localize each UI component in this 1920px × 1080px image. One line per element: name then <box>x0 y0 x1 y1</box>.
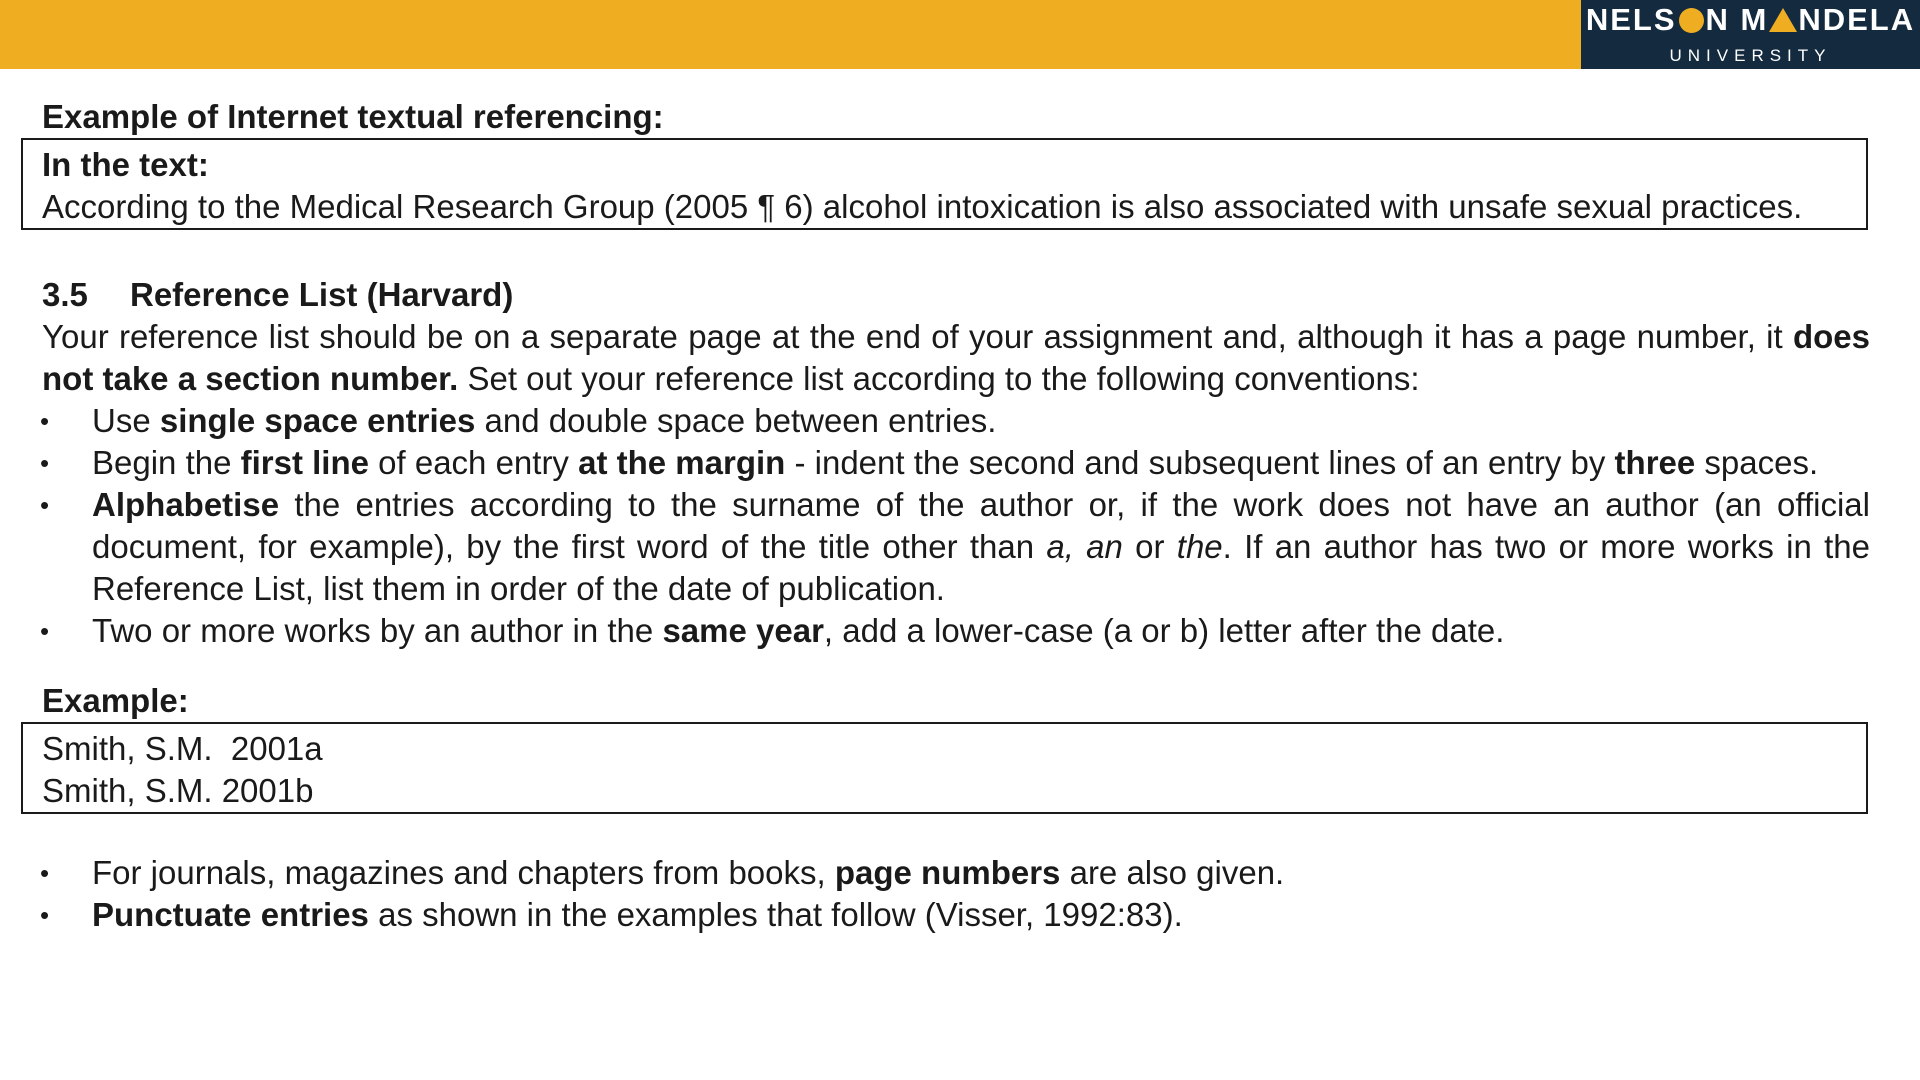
list-item: • Punctuate entries as shown in the examp… <box>40 894 1870 936</box>
logo-wordmark: NELS N M NDELA <box>1585 2 1916 37</box>
example-line-2: Smith, S.M. 2001b <box>42 772 314 809</box>
list-item: • For journals, magazines and chapters fr… <box>40 852 1870 894</box>
section-intro: Your reference list should be on a separ… <box>42 318 1870 397</box>
additional-list: • For journals, magazines and chapters fr… <box>40 852 1870 936</box>
in-text-label: In the text: <box>42 146 209 183</box>
bullet-icon: • <box>40 900 50 930</box>
logo-subtitle: UNIVERSITY <box>1669 46 1832 65</box>
list-item: • Use single space entries and double spa… <box>40 400 1870 442</box>
logo-triangle-icon <box>1769 8 1798 32</box>
university-logo: NELS N M NDELA UNIVERSITY <box>1581 0 1920 69</box>
internet-example-box: In the text: According to the Medical Re… <box>21 138 1868 230</box>
example-heading: Example: <box>42 682 189 719</box>
bullet-icon: • <box>40 616 50 646</box>
list-item: • Begin the first line of each entry at t… <box>40 442 1870 484</box>
bullet-icon: • <box>40 858 50 888</box>
document-body: Example of Internet textual referencing:… <box>21 96 1870 936</box>
example-box: Smith, S.M. 2001a Smith, S.M. 2001b <box>21 722 1868 814</box>
bullet-icon: • <box>40 448 50 478</box>
section-number: 3.5 <box>42 276 88 313</box>
bullet-icon: • <box>40 490 50 520</box>
list-item: • Alphabetise the entries according to th… <box>40 486 1870 607</box>
internet-example-heading: Example of Internet textual referencing: <box>42 98 664 135</box>
list-item: • Two or more works by an author in the s… <box>40 610 1870 652</box>
in-text-example: According to the Medical Research Group … <box>42 188 1803 225</box>
conventions-list: • Use single space entries and double spa… <box>40 400 1870 652</box>
bullet-icon: • <box>40 406 50 436</box>
example-line-1: Smith, S.M. 2001a <box>42 730 323 767</box>
section-heading: 3.5 Reference List (Harvard) <box>42 274 1870 316</box>
section-title: Reference List (Harvard) <box>130 276 514 313</box>
logo-dot-icon <box>1678 8 1704 33</box>
